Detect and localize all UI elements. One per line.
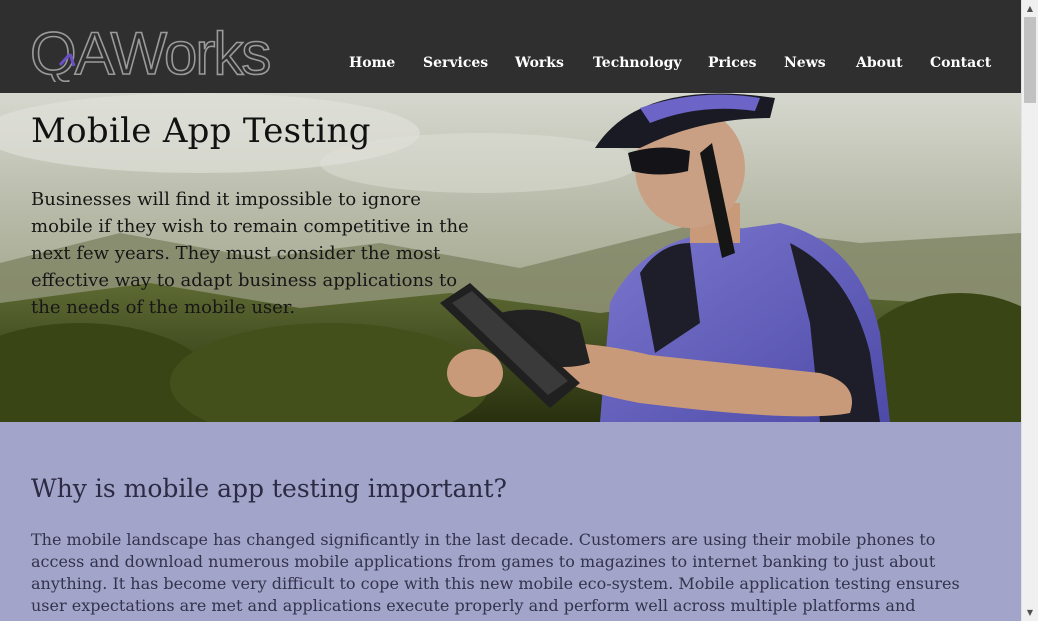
triangle-down-icon[interactable]: ▼ <box>1022 604 1038 621</box>
content-section: Why is mobile app testing important? The… <box>0 422 1021 621</box>
page: QAWorks Home Services Works Technology P… <box>0 0 1021 621</box>
nav-about[interactable]: About <box>856 55 903 71</box>
nav-home[interactable]: Home <box>349 55 395 71</box>
section-body-text: The mobile landscape has changed signifi… <box>31 530 960 615</box>
scrollbar-thumb[interactable] <box>1024 17 1036 103</box>
nav-technology[interactable]: Technology <box>593 55 682 71</box>
triangle-up-icon[interactable]: ▲ <box>1022 0 1038 17</box>
main-nav: Home Services Works Technology Prices Ne… <box>0 55 1021 75</box>
nav-prices[interactable]: Prices <box>708 55 757 71</box>
nav-services[interactable]: Services <box>423 55 488 71</box>
vertical-scrollbar[interactable]: ▲ ▼ <box>1021 0 1038 621</box>
nav-contact[interactable]: Contact <box>930 55 991 71</box>
site-header: QAWorks Home Services Works Technology P… <box>0 0 1021 93</box>
nav-news[interactable]: News <box>784 55 826 71</box>
section-title: Why is mobile app testing important? <box>31 474 507 503</box>
hero-banner: Mobile App Testing Businesses will find … <box>0 93 1021 422</box>
hero-intro-text: Businesses will find it impossible to ig… <box>31 189 469 318</box>
page-title: Mobile App Testing <box>31 111 371 151</box>
nav-works[interactable]: Works <box>515 55 564 71</box>
